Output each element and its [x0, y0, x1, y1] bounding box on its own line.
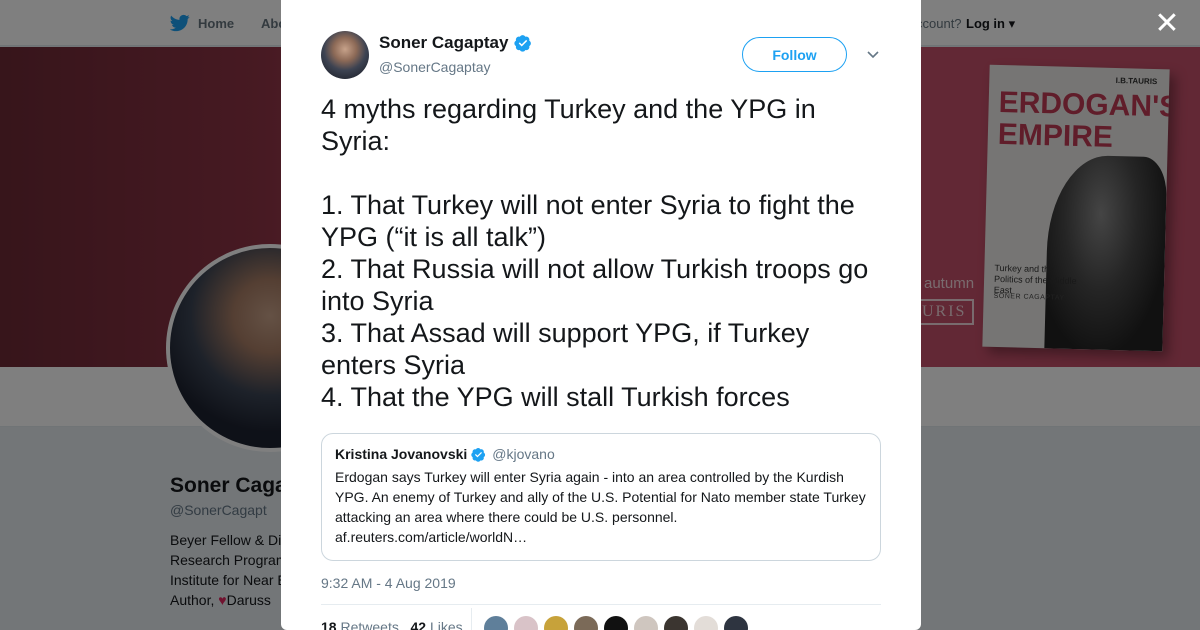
divider: [321, 604, 881, 605]
liker-avatar[interactable]: [634, 616, 658, 630]
close-icon[interactable]: ✕: [1152, 9, 1182, 40]
tweet-author-avatar[interactable]: [321, 31, 369, 79]
follow-button[interactable]: Follow: [742, 37, 847, 72]
likers-avatars: [484, 616, 748, 630]
likes-count: 42: [410, 619, 427, 630]
tweet-text-line: 3. That Assad will support YPG, if Turke…: [321, 318, 810, 380]
tweet-modal: Soner Cagaptay @SonerCagaptay Follow 4 m…: [281, 0, 921, 630]
stats-separator: [471, 608, 472, 630]
quoted-tweet-text: Erdogan says Turkey will enter Syria aga…: [335, 469, 866, 545]
tweet-text-line: 2. That Russia will not allow Turkish tr…: [321, 254, 869, 316]
liker-avatar[interactable]: [724, 616, 748, 630]
tweet-author-name-row[interactable]: Soner Cagaptay: [379, 33, 532, 53]
quoted-author-name: Kristina Jovanovski: [335, 446, 468, 462]
liker-avatar[interactable]: [514, 616, 538, 630]
likes-label: Likes: [429, 619, 463, 630]
retweets-count: 18: [321, 619, 337, 630]
quoted-tweet-card[interactable]: Kristina Jovanovski @kjovano Erdogan say…: [321, 433, 881, 561]
quoted-tweet-header: Kristina Jovanovski @kjovano: [335, 446, 867, 462]
liker-avatar[interactable]: [484, 616, 508, 630]
quoted-author-handle: @kjovano: [492, 446, 555, 462]
tweet-text-line: 4. That the YPG will stall Turkish force…: [321, 382, 790, 412]
liker-avatar[interactable]: [544, 616, 568, 630]
tweet-timestamp[interactable]: 9:32 AM - 4 Aug 2019: [321, 575, 456, 591]
retweets-label: Retweets: [340, 619, 399, 630]
liker-avatar[interactable]: [664, 616, 688, 630]
tweet-author-handle[interactable]: @SonerCagaptay: [379, 59, 491, 75]
tweet-stats: 18 Retweets 42 Likes: [321, 619, 463, 630]
liker-avatar[interactable]: [574, 616, 598, 630]
likes-stat[interactable]: 42 Likes: [411, 619, 463, 630]
retweets-stat[interactable]: 18 Retweets: [321, 619, 399, 630]
liker-avatar[interactable]: [604, 616, 628, 630]
liker-avatar[interactable]: [694, 616, 718, 630]
verified-badge-icon: [514, 35, 532, 52]
verified-badge-icon: [471, 447, 486, 462]
tweet-author-name: Soner Cagaptay: [379, 33, 509, 52]
chevron-down-icon[interactable]: [865, 46, 881, 62]
tweet-text: 4 myths regarding Turkey and the YPG in …: [321, 93, 891, 413]
tweet-text-line: 1. That Turkey will not enter Syria to f…: [321, 190, 855, 252]
tweet-text-line: 4 myths regarding Turkey and the YPG in …: [321, 94, 816, 156]
